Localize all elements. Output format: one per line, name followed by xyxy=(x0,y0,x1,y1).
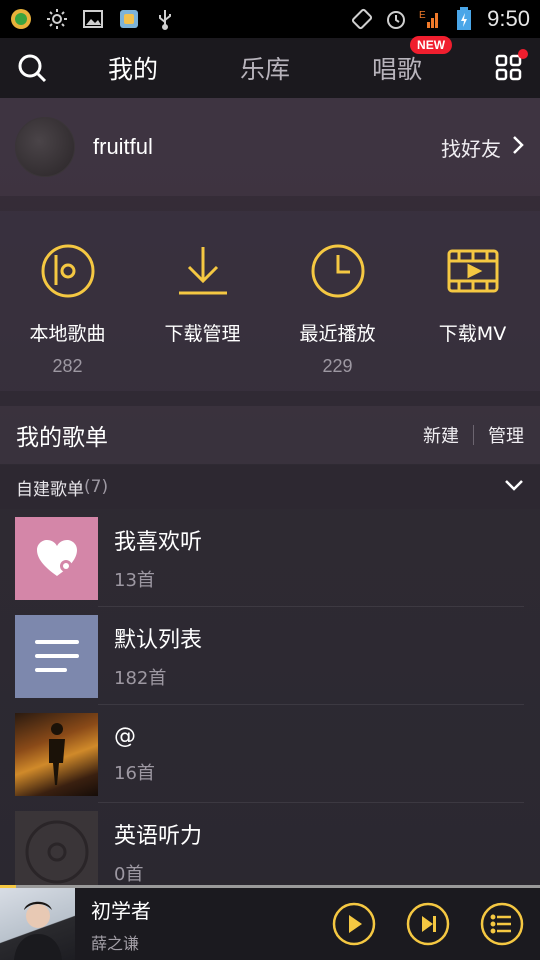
next-icon xyxy=(406,902,450,946)
clock-text: 9:50 xyxy=(487,6,530,31)
download-manager-label: 下载管理 xyxy=(164,323,241,345)
find-friends-button[interactable]: 找好友 xyxy=(441,133,525,162)
now-playing-title: 初学者 xyxy=(91,898,151,923)
playlist-count: 16首 xyxy=(114,762,155,784)
username: fruitful xyxy=(93,134,153,159)
download-manager-button[interactable]: 下载管理 xyxy=(135,211,270,391)
self-created-section[interactable]: 自建歌单 (7) xyxy=(0,465,540,509)
profile-row[interactable]: fruitful 找好友 xyxy=(0,98,540,196)
play-icon xyxy=(332,902,376,946)
download-icon xyxy=(173,241,233,301)
clock-icon xyxy=(308,241,368,301)
local-songs-count: 282 xyxy=(52,356,83,376)
new-playlist-button[interactable]: 新建 xyxy=(423,422,459,448)
local-songs-icon xyxy=(38,241,98,301)
divider xyxy=(473,425,474,445)
tab-mine[interactable]: 我的 xyxy=(108,50,158,86)
image-icon xyxy=(82,8,104,30)
local-songs-button[interactable]: 本地歌曲 282 xyxy=(0,211,135,391)
default-list-cover xyxy=(15,614,98,698)
album-cover xyxy=(15,712,98,796)
playlist-title: 我的歌单 xyxy=(16,425,108,451)
list-item[interactable]: 默认列表 182首 xyxy=(0,607,540,705)
usb-icon xyxy=(154,8,176,30)
playlist-count: 0首 xyxy=(114,864,144,885)
chevron-right-icon xyxy=(511,134,525,161)
find-friends-label: 找好友 xyxy=(441,136,501,161)
signal-icon: E xyxy=(419,8,441,30)
artist-photo-icon xyxy=(14,901,62,960)
playlist-header: 我的歌单 新建 管理 xyxy=(0,406,540,464)
now-playing-cover[interactable] xyxy=(0,888,75,960)
download-mv-label: 下载MV xyxy=(438,323,507,345)
recent-play-count: 229 xyxy=(322,356,353,376)
playlist-count: 182首 xyxy=(114,668,167,689)
manage-playlists-button[interactable]: 管理 xyxy=(488,422,524,448)
local-songs-label: 本地歌曲 xyxy=(29,323,106,345)
brightness-icon xyxy=(46,8,68,30)
vinyl-icon xyxy=(25,820,88,884)
search-icon[interactable] xyxy=(16,52,48,84)
video-icon xyxy=(443,241,503,301)
notification-dot xyxy=(518,49,528,59)
app-icon xyxy=(118,8,140,30)
clover-icon xyxy=(10,8,32,30)
playlist-name: 默认列表 xyxy=(114,628,203,653)
grid-menu-icon[interactable] xyxy=(494,49,528,83)
new-badge: NEW xyxy=(410,36,453,54)
next-button[interactable] xyxy=(406,902,450,946)
play-button[interactable] xyxy=(332,902,376,946)
svg-text:E: E xyxy=(419,10,426,21)
playlist-name: 英语听力 xyxy=(114,824,203,849)
download-mv-button[interactable]: 下载MV xyxy=(405,211,540,391)
quick-actions: 本地歌曲 282 下载管理 最近播放 229 下载MV xyxy=(0,211,540,391)
section-count: (7) xyxy=(84,477,109,497)
battery-icon xyxy=(453,7,475,30)
avatar[interactable] xyxy=(15,117,75,177)
playlist-list: 我喜欢听 13首 默认列表 182首 @ 16首 英语听力 0首 xyxy=(0,509,540,901)
playlist-name: @ xyxy=(114,723,136,749)
figure-silhouette-icon xyxy=(48,723,65,785)
top-navigation: 我的 乐库 唱歌 NEW xyxy=(0,36,540,98)
queue-list-icon xyxy=(480,902,524,946)
vinyl-cover xyxy=(15,810,98,894)
now-playing-artist: 薛之谦 xyxy=(91,933,140,953)
tab-sing[interactable]: 唱歌 xyxy=(372,55,422,84)
playlist-queue-button[interactable] xyxy=(480,902,524,946)
list-lines-icon xyxy=(34,640,79,672)
alarm-icon xyxy=(385,8,407,30)
list-item[interactable]: 我喜欢听 13首 xyxy=(0,509,540,607)
list-item[interactable]: @ 16首 xyxy=(0,705,540,803)
section-label: 自建歌单 xyxy=(16,479,84,500)
playlist-name: 我喜欢听 xyxy=(114,530,203,555)
chevron-down-icon[interactable] xyxy=(504,477,524,497)
recent-play-label: 最近播放 xyxy=(299,323,376,345)
favorite-cover xyxy=(15,516,98,600)
tab-library[interactable]: 乐库 xyxy=(240,50,290,86)
player-bar: 初学者 薛之谦 xyxy=(0,885,540,960)
heart-music-icon xyxy=(36,540,77,576)
status-bar: E 9:50 xyxy=(0,0,540,38)
recent-play-button[interactable]: 最近播放 229 xyxy=(270,211,405,391)
rotate-icon xyxy=(351,8,373,30)
playlist-count: 13首 xyxy=(114,570,155,591)
